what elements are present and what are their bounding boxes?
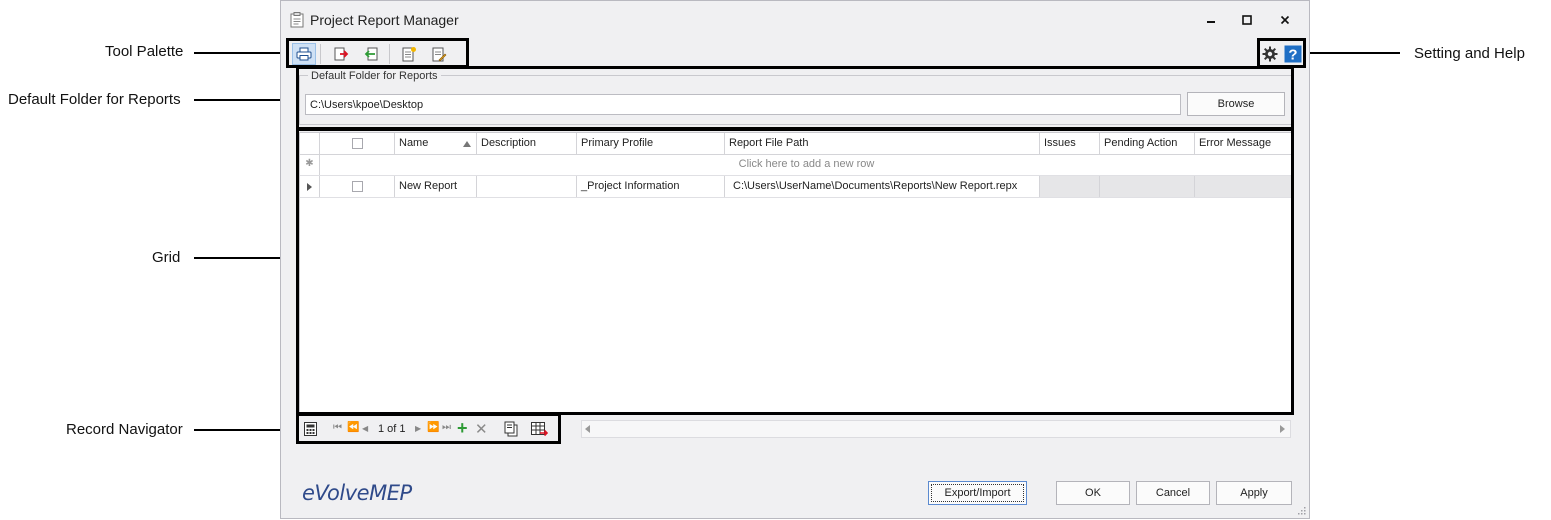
- callout-record-navigator: Record Navigator: [66, 421, 183, 438]
- callout-tool-palette: Tool Palette: [105, 43, 184, 60]
- maximize-button[interactable]: [1234, 9, 1260, 31]
- highlight-setting-and-help: [1257, 38, 1306, 68]
- horizontal-scrollbar[interactable]: [581, 420, 1291, 438]
- scroll-right-icon[interactable]: [1280, 425, 1286, 433]
- close-button[interactable]: [1272, 9, 1298, 31]
- ok-button[interactable]: OK: [1056, 481, 1130, 505]
- scroll-left-icon[interactable]: [585, 425, 591, 433]
- cancel-button[interactable]: Cancel: [1136, 481, 1210, 505]
- close-icon: [1280, 15, 1290, 25]
- callout-default-folder: Default Folder for Reports: [8, 91, 181, 108]
- highlight-record-navigator: [296, 413, 561, 444]
- callout-line-setting-and-help: [1306, 52, 1400, 54]
- window-title: Project Report Manager: [310, 12, 459, 28]
- callout-line-tool-palette: [194, 52, 286, 54]
- title-bar: Project Report Manager: [281, 1, 1309, 40]
- callout-setting-and-help: Setting and Help: [1414, 45, 1525, 62]
- maximize-icon: [1242, 15, 1252, 25]
- resize-grip-icon[interactable]: [1296, 505, 1306, 515]
- highlight-default-folder: [296, 66, 1294, 130]
- minimize-icon: [1207, 21, 1215, 23]
- callout-grid: Grid: [152, 249, 181, 266]
- minimize-button[interactable]: [1198, 9, 1224, 31]
- highlight-tool-palette: [286, 38, 469, 68]
- highlight-grid: [296, 128, 1294, 415]
- apply-button[interactable]: Apply: [1216, 481, 1292, 505]
- evolve-mep-logo: eVolveMEP: [302, 481, 412, 505]
- report-manager-app-icon: [290, 12, 304, 28]
- export-import-button[interactable]: Export/Import: [928, 481, 1027, 505]
